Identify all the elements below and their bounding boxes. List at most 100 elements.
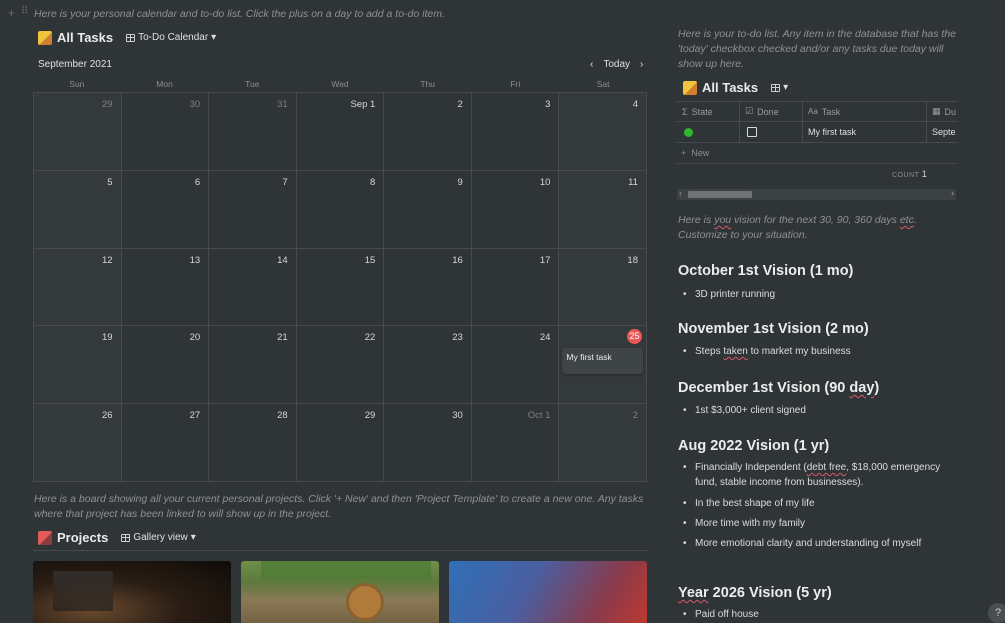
day-number: Oct 1 [527,410,551,422]
column-state[interactable]: Σ State [677,102,740,121]
calendar-view-selector[interactable]: To-Do Calendar ▾ [126,32,216,43]
calendar-day-cell[interactable]: 15 [296,248,385,327]
day-number: 30 [189,99,201,110]
calendar-day-cell[interactable]: 8 [296,170,385,249]
november-vision-heading: November 1st Vision (2 mo) [678,321,869,337]
calendar-day-cell[interactable]: 16 [384,248,472,327]
list-item: 3D printer running [683,287,775,302]
day-number: 9 [457,176,463,188]
projects-title[interactable]: Projects [57,530,108,545]
done-cell[interactable] [740,122,803,142]
formula-icon: Σ [682,106,688,117]
day-number: 10 [539,176,551,188]
calendar-day-cell[interactable]: 17 [471,248,560,327]
projects-divider [33,550,647,551]
calendar-day-cell[interactable]: 19 [34,326,122,405]
horizontal-scrollbar[interactable]: ‹ › [677,188,956,200]
day-number: 27 [189,410,201,422]
calendar-day-cell[interactable]: 22 [296,326,385,405]
calendar-day-cell[interactable]: 18 [559,248,647,327]
checkbox-icon: ☑ [745,106,754,116]
calendar-day-cell[interactable]: 29 [34,93,122,171]
table-row[interactable]: My first task Septe [677,122,957,143]
weekday-label: Wed [331,79,349,89]
calendar-day-cell[interactable]: 27 [121,404,210,482]
calendar-day-cell[interactable]: 9 [384,170,472,249]
scroll-right-icon[interactable]: › [951,188,954,198]
calendar-day-cell[interactable]: 29 [296,404,385,482]
list-item: Financially Independent (debt free, $18,… [683,460,957,490]
calendar-day-cell[interactable]: 11 [559,170,647,249]
calendar-day-cell[interactable]: 5 [34,170,122,249]
calendar-day-cell[interactable]: 24 [471,326,560,405]
calendar-title[interactable]: All Tasks [57,30,113,45]
calendar-day-cell[interactable]: 26 [34,404,122,482]
tasks-db-icon [38,30,52,45]
new-row-button[interactable]: + New [681,148,709,158]
weekday-label: Mon [156,79,173,89]
calendar-day-cell[interactable]: 12 [34,248,122,327]
column-done[interactable]: ☑ Done [740,102,803,121]
todo-title[interactable]: All Tasks [702,80,758,95]
calendar-view-label: To-Do Calendar [138,32,209,43]
calendar-day-cell[interactable]: 6 [121,170,210,249]
calendar-day-cell[interactable]: 2 [384,93,472,171]
list-item: Paid off house [683,607,759,622]
calendar-day-cell[interactable]: 28 [209,404,297,482]
due-cell[interactable]: Septe [927,122,957,142]
calendar-description: Here is your personal calendar and to-do… [34,8,445,20]
project-card[interactable] [241,561,439,623]
day-number: 23 [452,332,463,344]
column-task[interactable]: Aa Task [803,102,927,121]
calendar-day-cell[interactable]: 7 [209,170,297,249]
year-2026-vision-heading: Year 2026 Vision (5 yr) [678,585,832,601]
todo-table-header: Σ State ☑ Done Aa Task ▦ Du [677,101,957,122]
calendar-day-cell[interactable]: Sep 1 [296,93,385,171]
projects-header: Projects Gallery view ▾ [38,530,196,545]
calendar-event[interactable]: My first task [562,348,643,375]
calendar-day-cell[interactable]: 30 [384,404,472,482]
calendar-day-cell[interactable]: 4 [559,93,647,171]
calendar-day-cell[interactable]: 2 [559,404,647,482]
calendar-day-cell[interactable]: 23 [384,326,472,405]
todo-view-selector[interactable]: ▾ [771,82,788,93]
chevron-down-icon: ▾ [783,82,789,93]
calendar-day-cell[interactable]: 20 [121,326,210,405]
aug-2022-vision-heading: Aug 2022 Vision (1 yr) [678,438,830,454]
project-card[interactable] [449,561,647,623]
next-month-icon[interactable]: › [640,59,643,70]
calendar-day-cell[interactable]: 14 [209,248,297,327]
calendar-day-cell[interactable]: 25 My first task [559,326,647,405]
task-cell[interactable]: My first task [803,122,927,142]
scroll-left-icon[interactable]: ‹ [679,188,682,198]
day-number: 11 [628,176,638,188]
todo-header: All Tasks ▾ [683,80,788,95]
weekday-label: Tue [245,79,260,89]
today-button[interactable]: Today [603,59,630,70]
project-card[interactable] [33,561,231,623]
day-number: 18 [627,254,638,266]
help-button[interactable]: ? [988,603,1005,623]
projects-view-label: Gallery view [133,532,188,543]
prev-month-icon[interactable]: ‹ [590,59,593,70]
calendar-day-cell[interactable]: 21 [209,326,297,405]
vision-description: Here is you vision for the next 30, 90, … [678,214,917,241]
october-vision-heading: October 1st Vision (1 mo) [678,263,854,279]
calendar-month: September 2021 [38,59,112,70]
calendar-day-cell[interactable]: 3 [471,93,560,171]
calendar-day-cell[interactable]: Oct 1 [471,404,560,482]
calendar-day-cell[interactable]: 13 [121,248,210,327]
day-number: 31 [277,99,288,110]
add-block-icon[interactable]: + [8,6,15,20]
column-due[interactable]: ▦ Du [927,102,957,121]
day-number: 6 [194,176,201,188]
calendar-day-cell[interactable]: 30 [121,93,210,171]
drag-handle-icon[interactable]: ⠿ [21,6,28,17]
projects-view-selector[interactable]: Gallery view ▾ [121,532,196,543]
today-date-badge: 25 [626,329,642,345]
done-checkbox[interactable] [747,127,757,137]
scrollbar-thumb[interactable] [688,191,752,198]
calendar-day-cell[interactable]: 31 [209,93,297,171]
calendar-view-icon [126,33,136,42]
calendar-day-cell[interactable]: 10 [471,170,560,249]
